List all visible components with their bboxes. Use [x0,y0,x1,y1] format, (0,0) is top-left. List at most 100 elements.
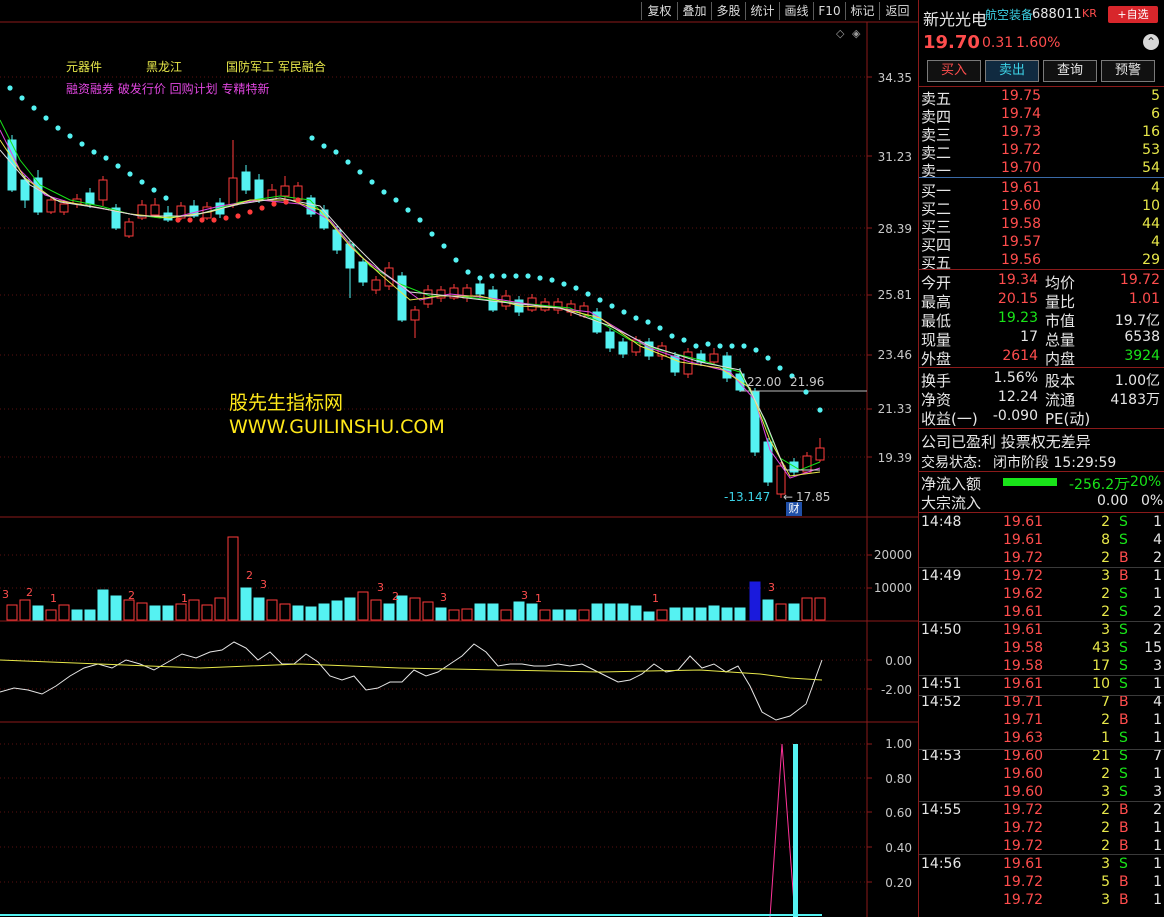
kline-chart[interactable] [0,0,918,917]
sar-dot [429,231,435,237]
volume-bar [19,599,31,621]
query-button[interactable]: 查询 [1043,60,1097,82]
stat-label: 收益(一) [921,410,978,428]
stat-label: 内盘 [1045,350,1076,368]
sar-dot [43,115,49,121]
sar-dot [271,201,277,207]
volume-bar [461,608,473,621]
tick-volume: 8 [1101,532,1110,548]
stat-label: 现量 [921,331,952,349]
tick-side: S [1119,766,1128,782]
tick-price: 19.61 [1003,622,1044,638]
add-watchlist-button[interactable]: +自选 [1108,6,1158,23]
tick-price: 19.63 [1003,730,1044,746]
sar-dot [115,163,121,169]
volume-bar [409,597,421,621]
volume-mark: 1 [535,592,542,605]
candle-body [46,199,56,213]
candle-body [618,341,628,355]
sar-dot [127,171,133,177]
bid-row: 买四 19.57 4 [919,234,1164,254]
stat-label: 流通 [1045,391,1076,409]
ask-row: 卖四 19.74 6 [919,106,1164,126]
candle-body [98,179,108,201]
tick-price: 19.72 [1003,550,1044,566]
tick-side: S [1119,514,1128,530]
tick-side: S [1119,604,1128,620]
tick-price: 19.61 [1003,514,1044,530]
tick-volume: 2 [1101,820,1110,836]
tick-count: 1 [1153,676,1162,692]
sar-dot [345,159,351,165]
tick-count: 1 [1153,712,1162,728]
volume-bar [762,599,774,621]
candle-body [763,441,773,483]
bigflow-pct: 0% [1141,493,1164,509]
tick-price: 19.61 [1003,532,1044,548]
volume-bar [97,589,109,621]
alert-button[interactable]: 预警 [1101,60,1155,82]
trade-status-label: 交易状态: [921,455,982,471]
tick-volume: 2 [1101,586,1110,602]
sar-dot [175,217,181,223]
bid-price: 19.58 [1001,216,1042,232]
sar-dot [477,275,483,281]
settings-square-icon[interactable]: ◈ [852,27,860,40]
buy-button[interactable]: 买入 [927,60,981,82]
stock-sector[interactable]: 航空装备 [985,6,1033,23]
tick-side: B [1119,694,1129,710]
tick-time: 14:55 [921,802,962,818]
watermark-title: 股先生指标网 [229,392,344,414]
tick-row: 14:50 19.61 3 S 2 [919,622,1164,640]
sell-button[interactable]: 卖出 [985,60,1039,82]
tick-row: 14:49 19.72 3 B 1 [919,568,1164,586]
volume-bar [58,604,70,621]
tick-row: 14:52 19.71 7 B 4 [919,694,1164,712]
signal-line [769,743,796,917]
sar-dot [283,199,289,205]
volume-mark: 1 [652,592,659,605]
diamond-icon[interactable]: ◇ [836,27,844,40]
stat-value: 1.56% [993,370,1038,386]
candle-body [815,447,825,461]
stat-label: 量比 [1045,293,1076,311]
tick-count: 1 [1153,568,1162,584]
sar-dot [235,213,241,219]
ask-price: 19.70 [1001,160,1042,176]
sar-dot [199,217,205,223]
bigflow-value: 0.00 [1097,493,1129,509]
stat-value: 12.24 [997,389,1038,405]
tick-price: 19.60 [1003,766,1044,782]
volume-bar [669,607,681,621]
volume-bar [227,536,239,621]
tick-count: 3 [1153,784,1162,800]
tick-side: S [1119,676,1128,692]
tick-price: 19.72 [1003,874,1044,890]
volume-mark: 3 [377,581,384,594]
volume-bar [643,611,655,621]
tick-side: B [1119,838,1129,854]
bid-volume: 4 [1151,234,1160,250]
sar-dot [765,355,771,361]
netflow-bar [1003,478,1057,486]
collapse-icon[interactable]: ⌃ [1143,34,1159,50]
stock-name: 新光光电 [923,10,988,29]
volume-bar [630,605,642,621]
tick-count: 1 [1153,766,1162,782]
concept-tag-2: 黑龙江 [146,60,183,74]
volume-mark: 2 [128,589,135,602]
financial-report-badge[interactable]: 财 [786,502,802,516]
tick-time: 14:53 [921,748,962,764]
sar-dot [187,217,193,223]
candle-body [709,353,719,363]
tick-side: B [1119,820,1129,836]
sar-dot [669,333,675,339]
sar-dot [211,217,217,223]
volume-bar [539,609,551,621]
sar-dot [817,407,823,413]
volume-axis-label: 20000 [873,548,912,562]
candle-body [241,171,251,191]
sar-dot [417,217,423,223]
tick-row: 19.71 2 B 1 [919,712,1164,730]
sar-dot [513,273,519,279]
